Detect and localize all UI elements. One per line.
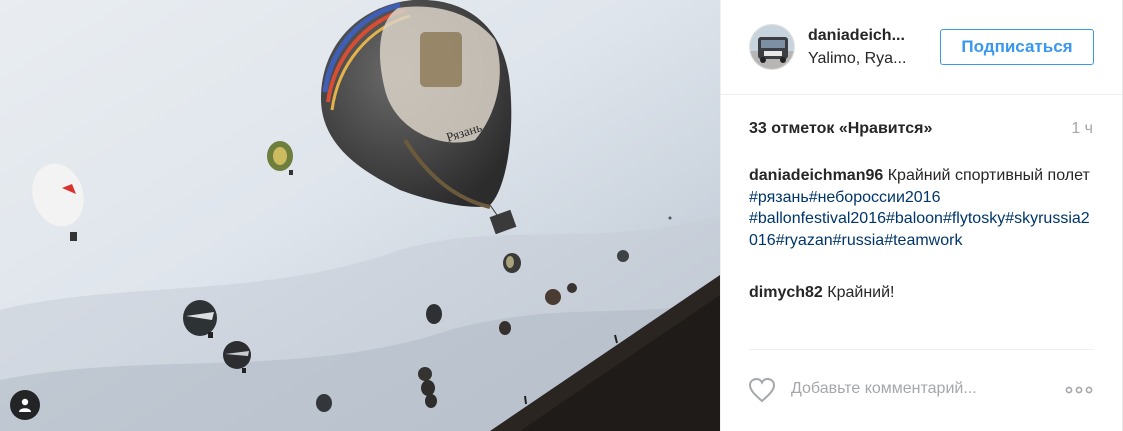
likes-count[interactable]: 33 отметок «Нравится» bbox=[749, 120, 932, 138]
avatar[interactable] bbox=[749, 24, 795, 70]
post-caption: daniadeichman96 Крайний спортивный полет… bbox=[749, 165, 1097, 251]
heart-icon bbox=[748, 377, 776, 403]
post-sidebar: daniadeich... Yalimo, Rya... Подписаться… bbox=[720, 0, 1123, 431]
avatar-image bbox=[750, 25, 794, 69]
comment-author[interactable]: dimych82 bbox=[749, 284, 823, 301]
hashtag-link[interactable]: #teamwork bbox=[884, 232, 962, 249]
hashtag-link[interactable]: #небороссии2016 bbox=[809, 189, 941, 206]
hashtag-link[interactable]: #ballonfestival2016 bbox=[749, 210, 886, 227]
follow-button[interactable]: Подписаться bbox=[940, 29, 1094, 65]
post-timestamp[interactable]: 1 ч bbox=[1071, 120, 1093, 138]
hashtag-link[interactable]: #ryazan bbox=[776, 232, 833, 249]
more-options-icon bbox=[1065, 386, 1093, 394]
hashtag-link[interactable]: #russia bbox=[833, 232, 885, 249]
caption-text: Крайний спортивный полет bbox=[883, 167, 1090, 184]
comment-item: dimych82 Крайний! bbox=[749, 282, 1097, 303]
comment-text: Крайний! bbox=[822, 284, 895, 301]
add-comment-input[interactable]: Добавьте комментарий... bbox=[791, 380, 977, 398]
coat-of-arms-emblem bbox=[420, 32, 462, 87]
divider bbox=[749, 349, 1094, 350]
hashtag-link[interactable]: #рязань bbox=[749, 189, 809, 206]
user-tag-icon bbox=[19, 398, 31, 412]
caption-author[interactable]: daniadeichman96 bbox=[749, 167, 883, 184]
post-location[interactable]: Yalimo, Rya... bbox=[808, 50, 906, 68]
like-button[interactable] bbox=[748, 377, 776, 408]
hashtag-link[interactable]: #flytosky bbox=[943, 210, 1005, 227]
post-username[interactable]: daniadeich... bbox=[808, 27, 905, 45]
hashtag-link[interactable]: #baloon bbox=[886, 210, 943, 227]
balloon-festival-photo: Рязань bbox=[0, 0, 720, 431]
user-tag-button[interactable] bbox=[10, 390, 40, 420]
more-options-button[interactable] bbox=[1064, 380, 1094, 405]
post-header: daniadeich... Yalimo, Rya... Подписаться bbox=[721, 0, 1122, 95]
post-photo[interactable]: Рязань bbox=[0, 0, 720, 431]
